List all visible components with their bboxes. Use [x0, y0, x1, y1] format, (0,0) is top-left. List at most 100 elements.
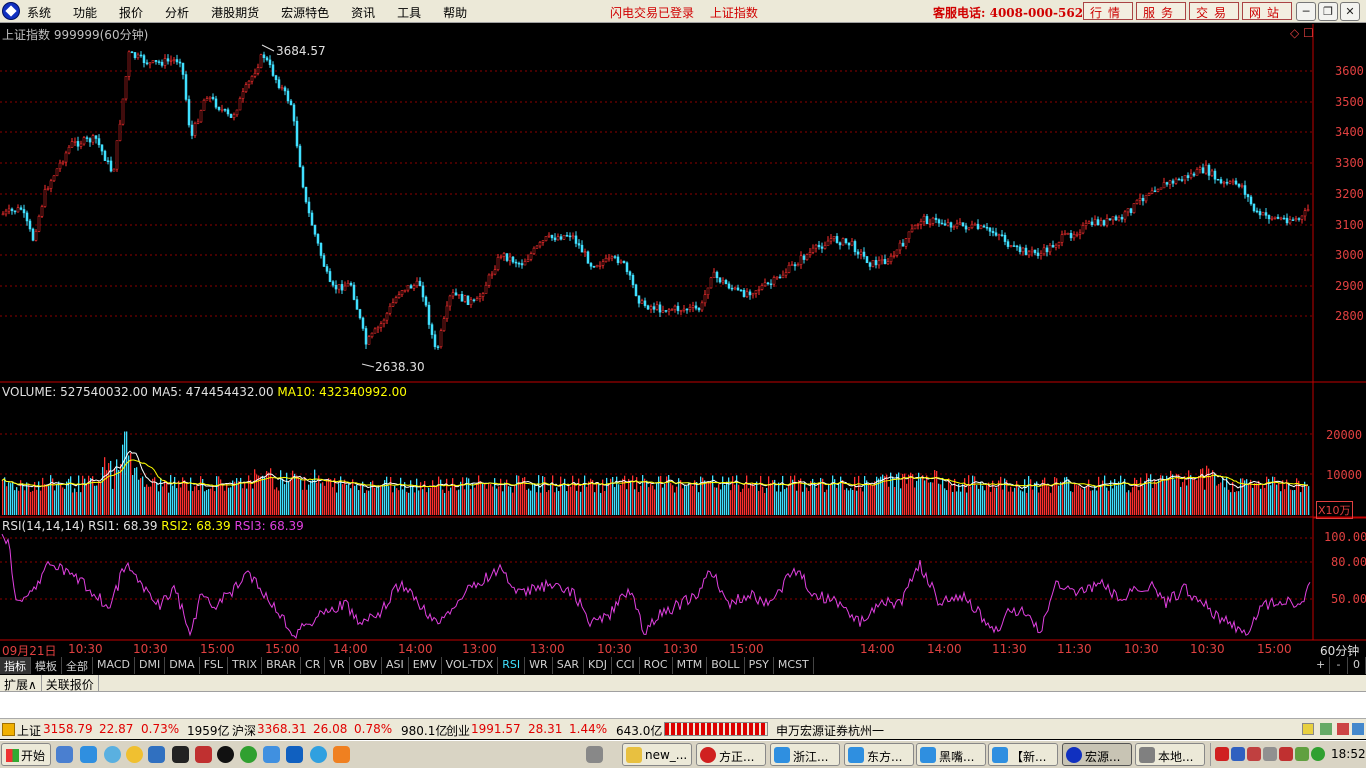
- tab-vr[interactable]: VR: [325, 657, 350, 674]
- ticker-icon[interactable]: [2, 723, 15, 736]
- quicklaunch-browser-icon[interactable]: [310, 746, 327, 763]
- task-dongfang[interactable]: 东方...: [844, 743, 914, 766]
- tab-asi[interactable]: ASI: [382, 657, 409, 674]
- quicklaunch-search-icon[interactable]: [104, 746, 121, 763]
- tab-macd[interactable]: MACD: [93, 657, 135, 674]
- tab-rsi[interactable]: RSI: [498, 657, 526, 674]
- tray-360-icon[interactable]: [1311, 747, 1325, 761]
- chart-area[interactable]: 3684.57 2638.30 上证指数 999999(60分钟) ◇ ☐ 36…: [0, 24, 1366, 658]
- volume-bar: [24, 490, 26, 515]
- menu-tools[interactable]: 工具: [397, 4, 421, 21]
- tab-roc[interactable]: ROC: [640, 657, 673, 674]
- tray-bluetooth-icon[interactable]: [1231, 747, 1245, 761]
- tab-mtm[interactable]: MTM: [673, 657, 708, 674]
- tab-obv[interactable]: OBV: [350, 657, 382, 674]
- task-xin[interactable]: 【新...: [988, 743, 1058, 766]
- menu-quote[interactable]: 报价: [119, 4, 143, 21]
- minimize-icon[interactable]: ─: [1296, 2, 1316, 21]
- quicklaunch-photos-icon[interactable]: [263, 746, 280, 763]
- tab-trix[interactable]: TRIX: [228, 657, 263, 674]
- tab-template[interactable]: 模板: [31, 657, 62, 674]
- sh-name[interactable]: 上证: [17, 722, 41, 739]
- task-zhejiang[interactable]: 浙江...: [770, 743, 840, 766]
- cy-name[interactable]: 创业: [446, 722, 470, 739]
- tray-app-icon[interactable]: [1279, 747, 1293, 761]
- tab-vol-tdx[interactable]: VOL-TDX: [442, 657, 499, 674]
- tab-cr[interactable]: CR: [301, 657, 326, 674]
- volume-value: VOLUME: 527540032.00: [2, 385, 148, 399]
- signal-icon[interactable]: [1320, 723, 1332, 735]
- volume-bar: [690, 482, 692, 515]
- close-icon[interactable]: ✕: [1340, 2, 1360, 21]
- expand-toggle[interactable]: 扩展∧: [0, 675, 42, 692]
- service-button[interactable]: 服务: [1136, 2, 1187, 20]
- menu-system[interactable]: 系统: [27, 4, 51, 21]
- keyboard-icon[interactable]: [586, 746, 603, 763]
- candle-body: [976, 223, 980, 229]
- panel-corner-icons[interactable]: ◇ ☐: [1290, 26, 1314, 40]
- quicklaunch-word-icon[interactable]: [148, 746, 165, 763]
- related-quotes-tab[interactable]: 关联报价: [42, 675, 99, 692]
- tab-wr[interactable]: WR: [525, 657, 553, 674]
- alert-icon[interactable]: [1337, 723, 1349, 735]
- candle-body: [1165, 182, 1169, 185]
- lock-icon[interactable]: [1302, 723, 1314, 735]
- volume-bar: [44, 484, 46, 515]
- quicklaunch-qq-icon[interactable]: [217, 746, 234, 763]
- market-button[interactable]: 行情: [1083, 2, 1134, 20]
- menu-analysis[interactable]: 分析: [165, 4, 189, 21]
- tab-boll[interactable]: BOLL: [707, 657, 745, 674]
- start-button[interactable]: 开始: [1, 743, 51, 766]
- tab-emv[interactable]: EMV: [409, 657, 442, 674]
- quicklaunch-tool-icon[interactable]: [286, 746, 303, 763]
- tab-indicator[interactable]: 指标: [0, 657, 31, 674]
- quicklaunch-app-icon[interactable]: [195, 746, 212, 763]
- tab-dma[interactable]: DMA: [165, 657, 200, 674]
- chart-canvas[interactable]: 3684.57 2638.30: [0, 24, 1366, 656]
- menu-hk-futures[interactable]: 港股期货: [211, 4, 259, 21]
- candle-body: [169, 60, 173, 62]
- zoom-in-button[interactable]: +: [1312, 657, 1330, 674]
- menu-function[interactable]: 功能: [73, 4, 97, 21]
- tab-all[interactable]: 全部: [62, 657, 93, 674]
- volume-bar: [1120, 475, 1122, 515]
- info-icon[interactable]: [1352, 723, 1364, 735]
- website-button[interactable]: 网站: [1242, 2, 1293, 20]
- tray-update-icon[interactable]: [1295, 747, 1309, 761]
- zoom-out-button[interactable]: -: [1330, 657, 1348, 674]
- reset-button[interactable]: 0: [1348, 657, 1366, 674]
- quicklaunch-ie-icon[interactable]: [80, 746, 97, 763]
- task-new[interactable]: new_...: [622, 743, 692, 766]
- tray-mute-icon[interactable]: [1263, 747, 1277, 761]
- quicklaunch-360-icon[interactable]: [240, 746, 257, 763]
- tab-kdj[interactable]: KDJ: [584, 657, 612, 674]
- candle-body: [802, 255, 806, 260]
- quicklaunch-emoticon-icon[interactable]: [126, 746, 143, 763]
- task-heizui[interactable]: 黑嘴...: [916, 743, 986, 766]
- quicklaunch-desktop-icon[interactable]: [56, 746, 73, 763]
- tab-fsl[interactable]: FSL: [200, 657, 228, 674]
- tab-dmi[interactable]: DMI: [135, 657, 166, 674]
- flash-trade-status[interactable]: 闪电交易已登录: [610, 6, 694, 20]
- tab-sar[interactable]: SAR: [553, 657, 585, 674]
- tray-security-icon[interactable]: [1247, 747, 1261, 761]
- quicklaunch-media-icon[interactable]: [172, 746, 189, 763]
- app-logo-icon[interactable]: [2, 2, 20, 20]
- menu-news[interactable]: 资讯: [351, 4, 375, 21]
- trade-button[interactable]: 交易: [1189, 2, 1240, 20]
- task-local[interactable]: 本地...: [1135, 743, 1205, 766]
- quicklaunch-chrome-icon[interactable]: [333, 746, 350, 763]
- tray-network-icon[interactable]: [1215, 747, 1229, 761]
- volume-bar: [804, 482, 806, 515]
- tab-psy[interactable]: PSY: [745, 657, 774, 674]
- tab-mcst[interactable]: MCST: [774, 657, 814, 674]
- tab-cci[interactable]: CCI: [612, 657, 640, 674]
- task-hongyuan[interactable]: 宏源...: [1062, 743, 1132, 766]
- menu-hongyuan-features[interactable]: 宏源特色: [281, 4, 329, 21]
- restore-icon[interactable]: ❐: [1318, 2, 1338, 21]
- tab-brar[interactable]: BRAR: [262, 657, 302, 674]
- menu-help[interactable]: 帮助: [443, 4, 467, 21]
- hs-name[interactable]: 沪深: [232, 722, 256, 739]
- task-fangzheng[interactable]: 方正...: [696, 743, 766, 766]
- volume-bar: [738, 484, 740, 515]
